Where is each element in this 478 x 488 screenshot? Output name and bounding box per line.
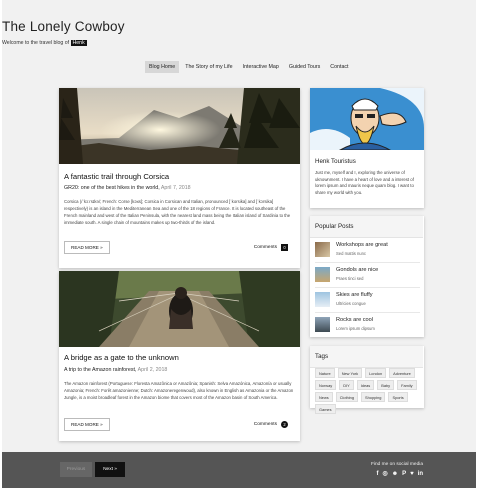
tag-shopping[interactable]: Shopping <box>361 392 386 402</box>
post-date: April 2, 2018 <box>137 367 168 373</box>
popular-post-thumb <box>315 292 330 307</box>
popular-post-sub: Ultricies congue <box>336 301 366 306</box>
tagline-name-highlight: Henk <box>70 40 87 46</box>
read-more-button[interactable]: READ MORE » <box>64 241 110 254</box>
popular-post-item[interactable]: Gondols are nice Praes tinci sed <box>315 262 420 287</box>
post-subtitle-text: GR20: one of the best hikes in the world… <box>64 185 160 191</box>
post-body: The Amazon rainforest (Portuguese: Flore… <box>64 381 294 400</box>
comments-label: Comments <box>253 245 277 250</box>
popular-post-sub: Lorem ipsum dipsum <box>336 326 375 331</box>
tag-games[interactable]: Games <box>315 404 336 414</box>
about-name: Henk Touristus <box>315 158 356 165</box>
social-title: Find me on social media <box>371 462 423 467</box>
post-image-bridge[interactable] <box>59 271 300 347</box>
nav-blog-home[interactable]: Blog Home <box>145 61 180 73</box>
post-title[interactable]: A bridge as a gate to the unknown <box>64 353 179 362</box>
nav-guided-tours[interactable]: Guided Tours <box>285 61 324 73</box>
tag-clothing[interactable]: Clothing <box>335 392 359 402</box>
popular-post-thumb <box>315 242 330 257</box>
linkedin-icon[interactable]: in <box>418 471 423 478</box>
tag-new-york[interactable]: New York <box>337 368 363 378</box>
post-subtitle: A trip to the Amazon rainforest, April 2… <box>64 367 167 373</box>
tag-ideas[interactable]: Ideas <box>356 380 375 390</box>
post-image-mountains[interactable] <box>59 88 300 164</box>
tag-london[interactable]: London <box>365 368 387 378</box>
tag-baby[interactable]: Baby <box>377 380 395 390</box>
page: The Lonely Cowboy Welcome to the travel … <box>2 0 476 488</box>
pinterest-icon[interactable]: P <box>402 471 406 478</box>
social-icons: f ◎ ☻ P ♥ in <box>377 471 424 478</box>
popular-post-item[interactable]: Rocks are cool Lorem ipsum dipsum <box>315 312 420 337</box>
tags-card: Tags Nature New York London Adventure No… <box>310 346 424 414</box>
popular-post-sub: Praes tinci sed <box>336 276 364 281</box>
next-page-button[interactable]: Next » <box>95 462 125 477</box>
nav-contact[interactable]: Contact <box>326 61 352 73</box>
about-avatar-image <box>310 88 424 150</box>
tag-diy[interactable]: DIY <box>339 380 354 390</box>
site-title: The Lonely Cowboy <box>2 19 125 34</box>
previous-page-button[interactable]: Previous <box>60 462 92 477</box>
instagram-icon[interactable]: ◎ <box>383 471 388 478</box>
comments-label: Comments <box>253 422 277 427</box>
tag-sports[interactable]: Sports <box>388 392 408 402</box>
post-card: A fantastic trail through Corsica GR20: … <box>59 88 300 268</box>
post-card: A bridge as a gate to the unknown A trip… <box>59 271 300 441</box>
post-subtitle-text: A trip to the Amazon rainforest, <box>64 367 137 373</box>
tags-header: Tags <box>310 346 423 368</box>
popular-post-title: Skies are fluffy <box>336 292 373 298</box>
tag-adventure[interactable]: Adventure <box>389 368 415 378</box>
facebook-icon[interactable]: f <box>377 471 379 478</box>
tags-list: Nature New York London Adventure Norway … <box>315 368 420 414</box>
site-tagline: Welcome to the travel blog of Henk <box>2 40 476 46</box>
popular-post-title: Gondols are nice <box>336 267 379 273</box>
post-body: Corsica (/ˈkɔːrsɪkə/; French: Corse [kɔʁ… <box>64 199 291 225</box>
footer: Previous Next » Find me on social media … <box>2 452 476 488</box>
read-more-button[interactable]: READ MORE » <box>64 418 110 431</box>
popular-post-sub: Sed mattis nunc <box>336 251 367 256</box>
comments-count-badge: 0 <box>281 244 288 251</box>
popular-post-thumb <box>315 317 330 332</box>
comments-link[interactable]: Comments 2 <box>254 421 288 428</box>
nav-interactive-map[interactable]: Interactive Map <box>239 61 283 73</box>
twitter-icon[interactable]: ♥ <box>410 471 414 478</box>
popular-posts-title: Popular Posts <box>315 223 354 230</box>
comments-link[interactable]: Comments 0 <box>254 244 288 251</box>
post-subtitle: GR20: one of the best hikes in the world… <box>64 185 191 191</box>
nav-story-of-my-life[interactable]: The Story of my Life <box>181 61 236 73</box>
about-text: Just me, myself and I, exploring the uni… <box>315 170 414 195</box>
tags-title: Tags <box>315 353 329 360</box>
popular-post-title: Rocks are cool <box>336 317 373 323</box>
tag-nature[interactable]: Nature <box>315 368 335 378</box>
snapchat-icon[interactable]: ☻ <box>392 471 398 478</box>
popular-posts-card: Popular Posts Workshops are great Sed ma… <box>310 216 424 337</box>
tagline-text: Welcome to the travel blog of <box>2 40 70 46</box>
popular-post-thumb <box>315 267 330 282</box>
main-nav: Blog Home The Story of my Life Interacti… <box>145 61 355 73</box>
popular-post-title: Workshops are great <box>336 242 388 248</box>
tag-news[interactable]: News <box>315 392 333 402</box>
post-title[interactable]: A fantastic trail through Corsica <box>64 172 169 181</box>
popular-post-item[interactable]: Workshops are great Sed mattis nunc <box>315 238 420 263</box>
popular-post-item[interactable]: Skies are fluffy Ultricies congue <box>315 287 420 312</box>
post-date: April 7, 2018 <box>160 185 191 191</box>
comments-count-badge: 2 <box>281 421 288 428</box>
about-card: Henk Touristus Just me, myself and I, ex… <box>310 88 424 208</box>
tag-norway[interactable]: Norway <box>315 380 337 390</box>
tag-family[interactable]: Family <box>397 380 417 390</box>
popular-posts-header: Popular Posts <box>310 216 423 238</box>
